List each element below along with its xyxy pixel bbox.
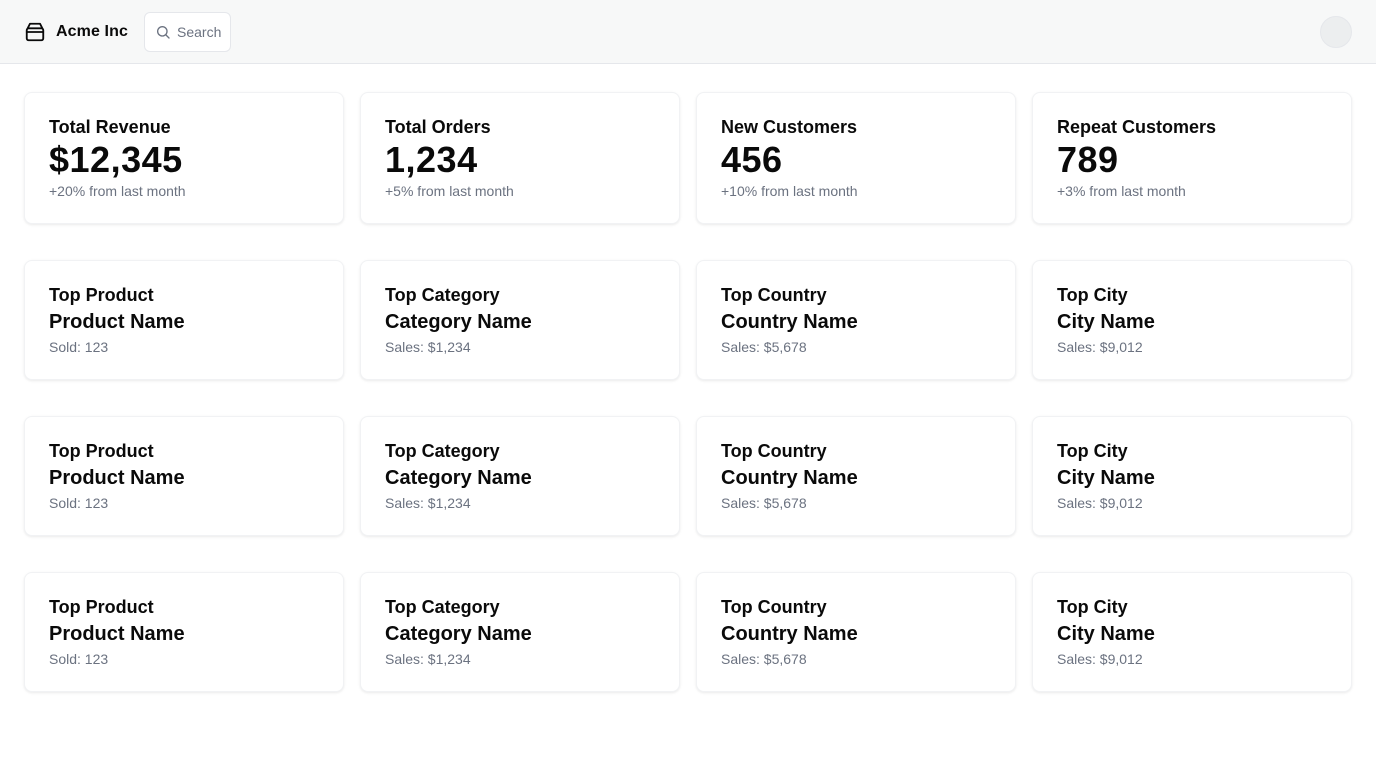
card-label: Top City (1057, 441, 1128, 461)
top-category-card: Top Category Category Name Sales: $1,234 (360, 260, 680, 380)
stat-label: New Customers (721, 117, 858, 137)
card-detail: Sales: $5,678 (721, 495, 807, 511)
top-category-card: Top Category Category Name Sales: $1,234 (360, 416, 680, 536)
card-label: Top Product (49, 285, 154, 305)
card-name: Category Name (385, 311, 532, 333)
stat-value: 456 (721, 139, 783, 180)
card-name: Country Name (721, 311, 858, 333)
top-city-card: Top City City Name Sales: $9,012 (1032, 416, 1352, 536)
stat-change: +5% from last month (385, 183, 514, 199)
card-name: Product Name (49, 467, 185, 489)
card-name: Category Name (385, 623, 532, 645)
card-detail: Sales: $1,234 (385, 339, 471, 355)
search-box (144, 12, 231, 52)
stat-label: Total Revenue (49, 117, 171, 137)
card-detail: Sales: $9,012 (1057, 339, 1143, 355)
card-label: Top Country (721, 597, 827, 617)
stat-card-repeat-customers: Repeat Customers 789 +3% from last month (1032, 92, 1352, 224)
user-avatar-button[interactable] (1320, 16, 1352, 48)
card-name: City Name (1057, 467, 1155, 489)
card-name: Product Name (49, 623, 185, 645)
card-label: Top Category (385, 597, 500, 617)
top-product-card: Top Product Product Name Sold: 123 (24, 416, 344, 536)
package-icon (25, 22, 45, 42)
card-detail: Sold: 123 (49, 651, 109, 667)
card-detail: Sales: $1,234 (385, 651, 471, 667)
card-name: Country Name (721, 467, 858, 489)
card-label: Top Product (49, 441, 154, 461)
top-city-card: Top City City Name Sales: $9,012 (1032, 260, 1352, 380)
top-country-card: Top Country Country Name Sales: $5,678 (696, 416, 1016, 536)
search-input[interactable] (177, 13, 229, 51)
card-detail: Sales: $5,678 (721, 339, 807, 355)
card-label: Top City (1057, 285, 1128, 305)
stat-label: Repeat Customers (1057, 117, 1217, 137)
stat-label: Total Orders (385, 117, 491, 137)
brand-name: Acme Inc (56, 23, 128, 40)
top-country-card: Top Country Country Name Sales: $5,678 (696, 572, 1016, 692)
top-city-card: Top City City Name Sales: $9,012 (1032, 572, 1352, 692)
card-label: Top Category (385, 441, 500, 461)
card-detail: Sales: $1,234 (385, 495, 471, 511)
card-label: Top Country (721, 441, 827, 461)
stat-change: +10% from last month (721, 183, 858, 199)
stat-card-new-customers: New Customers 456 +10% from last month (696, 92, 1016, 224)
stat-value: 1,234 (385, 139, 478, 180)
top-country-card: Top Country Country Name Sales: $5,678 (696, 260, 1016, 380)
stat-change: +20% from last month (49, 183, 186, 199)
top-product-card: Top Product Product Name Sold: 123 (24, 260, 344, 380)
top-header: Acme Inc (0, 0, 1376, 64)
card-label: Top Country (721, 285, 827, 305)
stat-card-total-revenue: Total Revenue $12,345 +20% from last mon… (24, 92, 344, 224)
card-detail: Sales: $9,012 (1057, 495, 1143, 511)
card-label: Top Product (49, 597, 154, 617)
card-detail: Sold: 123 (49, 495, 109, 511)
stat-change: +3% from last month (1057, 183, 1186, 199)
card-name: City Name (1057, 623, 1155, 645)
card-name: Product Name (49, 311, 185, 333)
card-label: Top City (1057, 597, 1128, 617)
stat-card-total-orders: Total Orders 1,234 +5% from last month (360, 92, 680, 224)
card-name: City Name (1057, 311, 1155, 333)
stat-value: 789 (1057, 139, 1119, 180)
card-name: Country Name (721, 623, 858, 645)
search-icon (157, 26, 170, 39)
card-name: Category Name (385, 467, 532, 489)
card-detail: Sales: $5,678 (721, 651, 807, 667)
top-product-card: Top Product Product Name Sold: 123 (24, 572, 344, 692)
card-label: Top Category (385, 285, 500, 305)
stat-value: $12,345 (49, 139, 183, 180)
brand-link[interactable]: Acme Inc (24, 20, 128, 44)
card-detail: Sold: 123 (49, 339, 109, 355)
card-detail: Sales: $9,012 (1057, 651, 1143, 667)
top-category-card: Top Category Category Name Sales: $1,234 (360, 572, 680, 692)
